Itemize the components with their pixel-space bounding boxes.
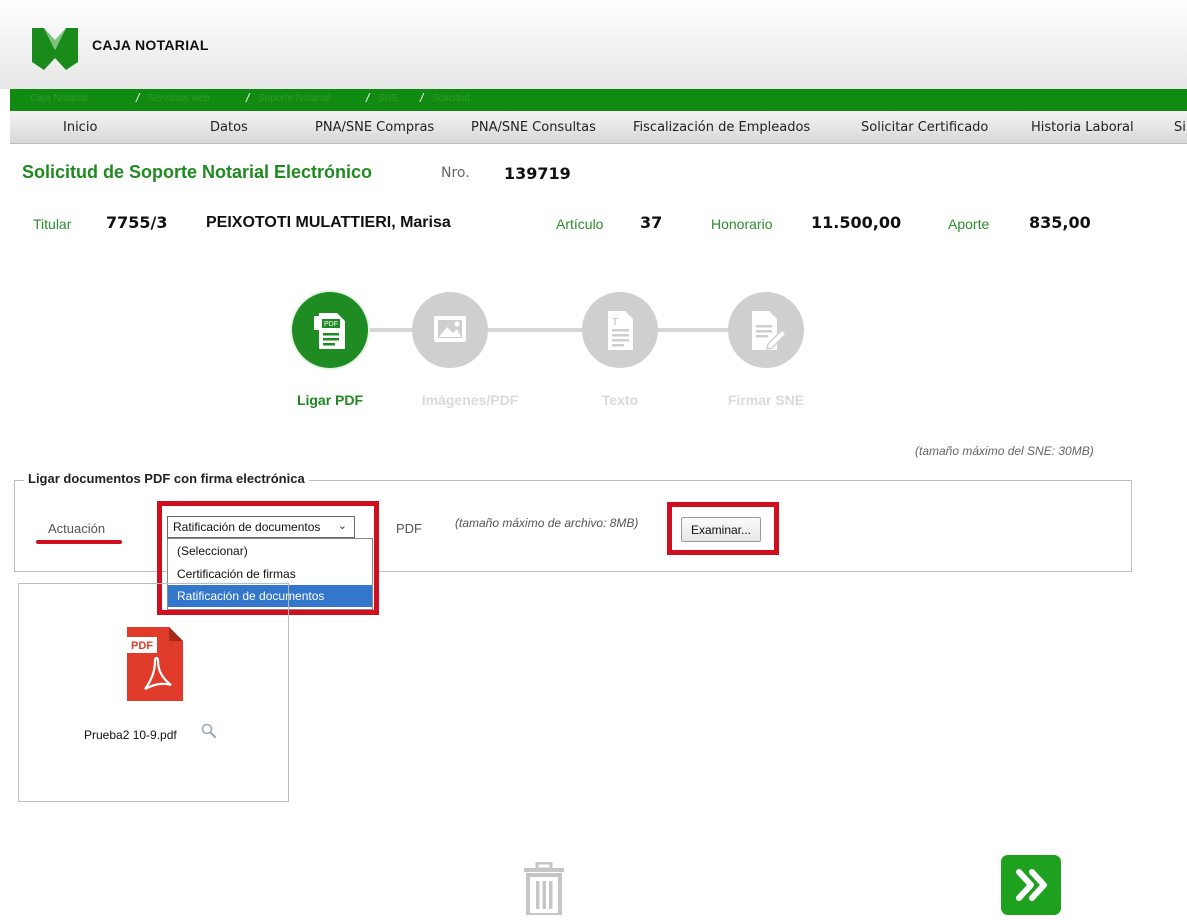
pdf-file-icon[interactable]: PDF bbox=[127, 627, 183, 701]
articulo-value: 37 bbox=[640, 213, 663, 232]
nro-label: Nro. bbox=[441, 165, 470, 181]
step-label: Imágenes/PDF bbox=[421, 392, 519, 408]
honorario-value: 11.500,00 bbox=[811, 213, 902, 232]
breadcrumb-separator: / bbox=[136, 91, 140, 105]
svg-text:T: T bbox=[612, 317, 618, 328]
step-texto[interactable]: T bbox=[582, 292, 658, 368]
menu-item-pna-sne-compras[interactable]: PNA/SNE Compras bbox=[315, 120, 434, 135]
magnifier-icon[interactable] bbox=[200, 722, 218, 740]
highlight-box bbox=[667, 502, 779, 555]
pdf-file-icon-label: PDF bbox=[131, 640, 153, 652]
aporte-label: Aporte bbox=[948, 216, 990, 232]
nro-value: 139719 bbox=[504, 164, 571, 183]
highlight-underline bbox=[36, 540, 122, 544]
titular-label: Titular bbox=[33, 216, 72, 232]
step-imagenes-pdf[interactable] bbox=[412, 292, 488, 368]
upload-legend: Ligar documentos PDF con firma electróni… bbox=[24, 471, 309, 486]
image-icon bbox=[434, 316, 466, 342]
menu-item-fiscalizacion[interactable]: Fiscalización de Empleados bbox=[633, 120, 810, 135]
breadcrumb: Caja Notarial / Servicios web / Soporte … bbox=[10, 89, 1187, 111]
titular-code: 7755/3 bbox=[106, 213, 168, 232]
aporte-value: 835,00 bbox=[1029, 213, 1091, 232]
caja-notarial-logo-icon bbox=[32, 28, 78, 70]
actuacion-label: Actuación bbox=[48, 521, 106, 536]
step-ligar-pdf[interactable]: PDF bbox=[292, 292, 368, 368]
pdf-document-icon: PDF bbox=[314, 313, 345, 349]
breadcrumb-item[interactable]: Solicitud bbox=[432, 93, 470, 104]
double-chevron-right-icon bbox=[1016, 869, 1047, 901]
step-label: Firmar SNE bbox=[727, 392, 805, 408]
trash-icon[interactable] bbox=[520, 862, 568, 915]
file-name: Prueba2 10-9.pdf bbox=[84, 728, 177, 742]
next-button[interactable] bbox=[1001, 855, 1061, 915]
step-connector bbox=[488, 328, 584, 332]
main-menu: Inicio Datos PNA/SNE Compras PNA/SNE Con… bbox=[10, 111, 1187, 144]
breadcrumb-item[interactable]: Caja Notarial bbox=[30, 93, 88, 104]
menu-item-datos[interactable]: Datos bbox=[210, 120, 248, 135]
articulo-label: Artículo bbox=[556, 216, 604, 232]
step-label: Texto bbox=[601, 392, 639, 408]
breadcrumb-separator: / bbox=[420, 91, 424, 105]
breadcrumb-separator: / bbox=[366, 91, 370, 105]
menu-item-pna-sne-consultas[interactable]: PNA/SNE Consultas bbox=[471, 120, 596, 135]
sign-document-icon bbox=[752, 311, 788, 350]
titular-name: PEIXOTOTI MULATTIERI, Marisa bbox=[206, 214, 451, 231]
breadcrumb-item[interactable]: Soporte Notarial bbox=[258, 93, 330, 104]
step-firmar-sne[interactable] bbox=[728, 292, 804, 368]
brand-name: CAJA NOTARIAL bbox=[92, 37, 209, 53]
breadcrumb-item[interactable]: SNE bbox=[378, 93, 399, 104]
step-label: Ligar PDF bbox=[296, 392, 364, 408]
pdf-label: PDF bbox=[396, 521, 422, 536]
menu-item-more[interactable]: Si bbox=[1174, 120, 1186, 135]
step-connector bbox=[368, 328, 414, 332]
max-sne-size-note: (tamaño máximo del SNE: 30MB) bbox=[915, 444, 1094, 458]
breadcrumb-separator: / bbox=[246, 91, 250, 105]
menu-item-inicio[interactable]: Inicio bbox=[63, 120, 97, 135]
menu-item-historia-laboral[interactable]: Historia Laboral bbox=[1031, 120, 1134, 135]
step-connector bbox=[658, 328, 732, 332]
text-document-icon: T bbox=[608, 311, 633, 350]
page-title: Solicitud de Soporte Notarial Electrónic… bbox=[22, 162, 373, 182]
max-file-size-note: (tamaño máximo de archivo: 8MB) bbox=[455, 516, 639, 530]
breadcrumb-item[interactable]: Servicios web bbox=[148, 93, 210, 104]
menu-item-solicitar-certificado[interactable]: Solicitar Certificado bbox=[861, 120, 988, 135]
svg-text:PDF: PDF bbox=[324, 321, 338, 328]
honorario-label: Honorario bbox=[711, 216, 773, 232]
